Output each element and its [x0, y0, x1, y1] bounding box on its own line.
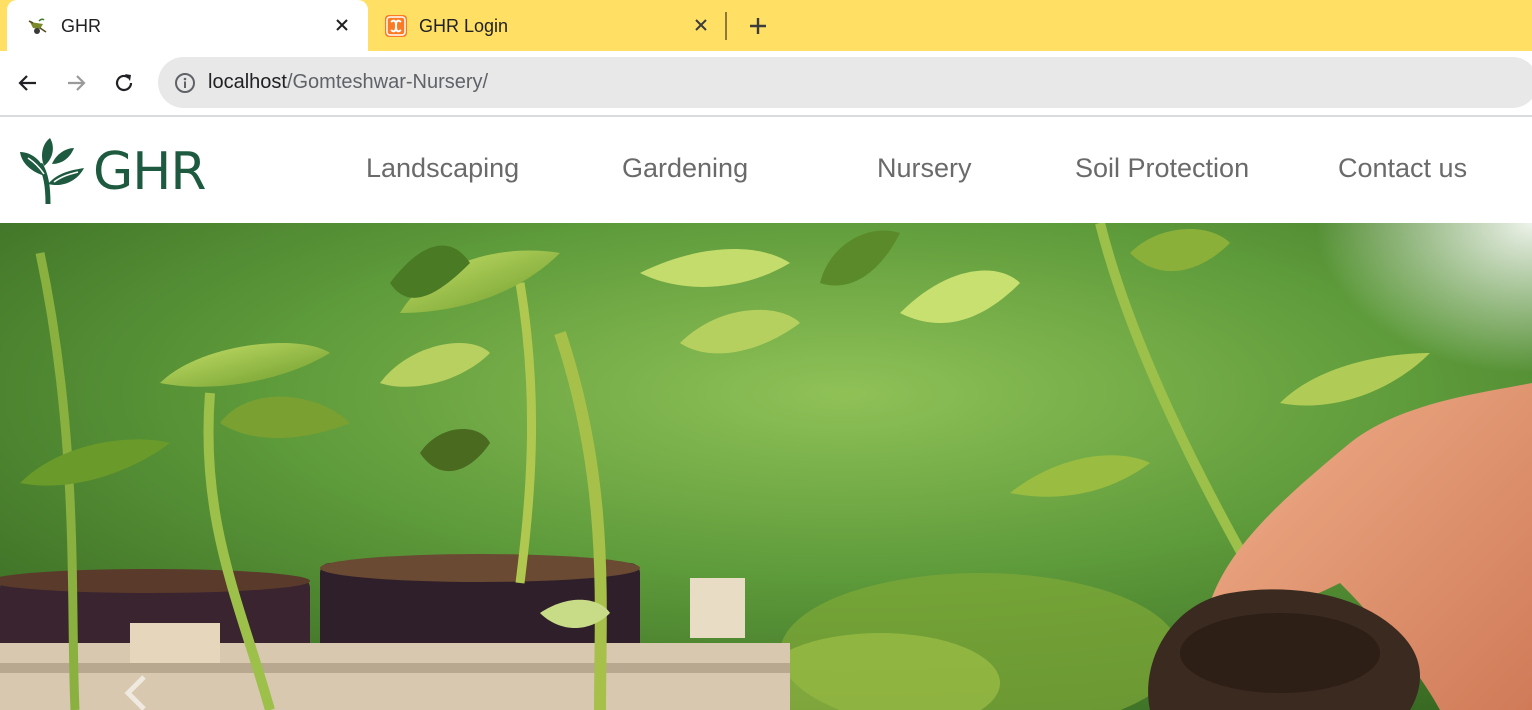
- info-icon[interactable]: [174, 72, 196, 94]
- site-logo[interactable]: GHR: [18, 136, 207, 206]
- nav-landscaping[interactable]: Landscaping: [366, 153, 519, 184]
- url-host: localhost: [208, 71, 287, 93]
- nav-soil-protection[interactable]: Soil Protection: [1075, 153, 1249, 184]
- forward-arrow-icon[interactable]: [62, 69, 90, 97]
- hero-carousel: [0, 223, 1532, 710]
- nav-contact-us[interactable]: Contact us: [1338, 153, 1467, 184]
- hero-image: [0, 223, 1532, 710]
- address-bar[interactable]: localhost/Gomteshwar-Nursery/: [158, 57, 1532, 108]
- reload-icon[interactable]: [110, 69, 138, 97]
- nav-gardening[interactable]: Gardening: [622, 153, 748, 184]
- close-tab-icon[interactable]: [331, 14, 353, 36]
- chevron-left-icon[interactable]: [122, 675, 152, 710]
- url-text: localhost/Gomteshwar-Nursery/: [208, 71, 488, 94]
- wheelbarrow-icon: [27, 15, 49, 37]
- close-tab-icon[interactable]: [690, 14, 712, 36]
- logo-text: GHR: [93, 142, 207, 202]
- tab-strip: GHR GHR Login: [0, 0, 1532, 51]
- tab-ghr-login[interactable]: GHR Login: [372, 0, 724, 51]
- plant-logo-icon: [20, 138, 84, 205]
- browser-toolbar: localhost/Gomteshwar-Nursery/: [0, 51, 1532, 117]
- back-arrow-icon[interactable]: [14, 69, 42, 97]
- new-tab-icon[interactable]: [746, 14, 770, 38]
- tab-title: GHR: [61, 16, 101, 36]
- tab-ghr[interactable]: GHR: [7, 0, 368, 51]
- xampp-icon: [384, 14, 407, 37]
- tab-separator: [725, 12, 727, 40]
- tab-title: GHR Login: [419, 16, 509, 36]
- url-path: /Gomteshwar-Nursery/: [286, 71, 489, 93]
- nav-nursery[interactable]: Nursery: [877, 153, 972, 184]
- site-header: GHR Landscaping Gardening Nursery Soil P…: [0, 117, 1532, 223]
